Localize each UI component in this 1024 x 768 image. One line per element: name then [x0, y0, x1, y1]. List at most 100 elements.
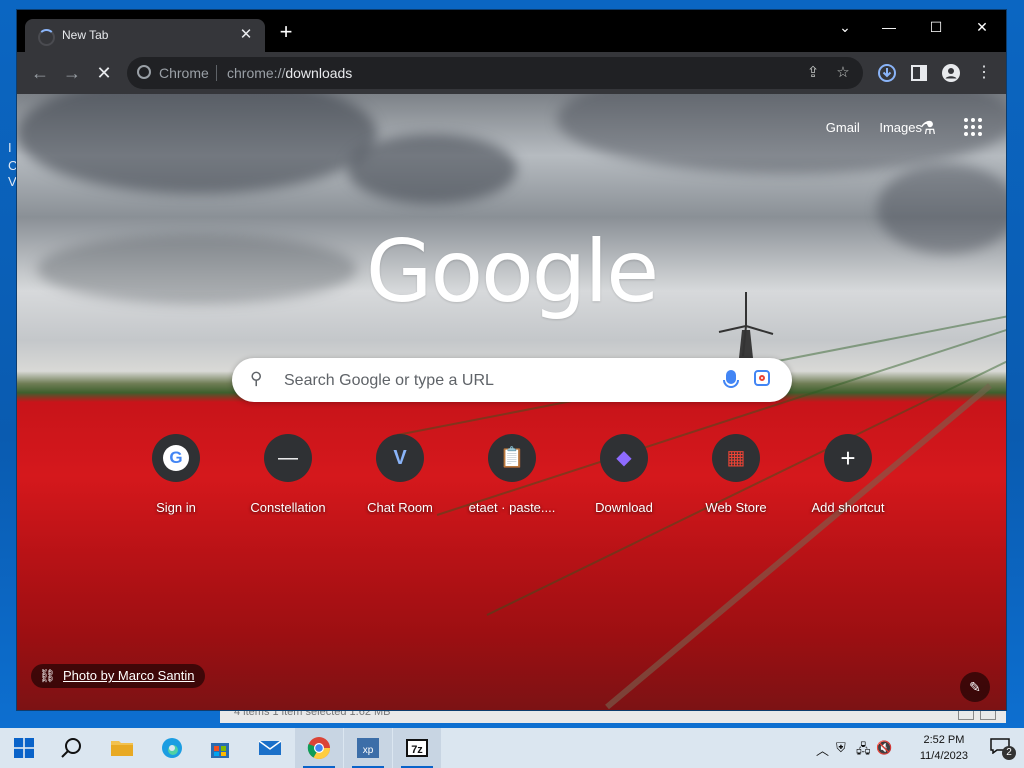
cloud-decoration [347, 134, 517, 204]
close-window-button[interactable]: ✕ [962, 16, 1002, 38]
7zip-icon: 7z [406, 739, 428, 757]
photo-credit[interactable]: ⛓ Photo by Marco Santin [31, 664, 205, 688]
shortcut-label: Download [595, 500, 653, 515]
customize-pencil-icon[interactable]: ✎ [960, 672, 990, 702]
file-explorer-button[interactable] [98, 728, 146, 768]
search-input[interactable] [282, 366, 706, 396]
chrome-window: New Tab ✕ + ⌄ — ☐ ✕ ← → ✕ Chrome chrome:… [17, 10, 1006, 710]
bookmark-star-icon[interactable]: ☆ [833, 63, 853, 81]
forward-button[interactable]: → [59, 60, 85, 86]
shortcut-label: Constellation [250, 500, 326, 515]
minimize-button[interactable]: — [869, 16, 909, 38]
app-xp-button[interactable]: xp [344, 728, 392, 768]
volume-muted-icon[interactable]: 🔇 [876, 740, 892, 756]
edge-icon [162, 738, 182, 758]
toolbar: ← → ✕ Chrome chrome://downloads ⇪ ☆ ⋮ [17, 52, 1006, 94]
search-icon: ⚲ [250, 369, 263, 388]
constellation-icon: — [278, 447, 298, 469]
shortcut-tile[interactable]: 📋 [488, 434, 536, 482]
images-link[interactable]: Images [879, 120, 922, 135]
gmail-link[interactable]: Gmail [826, 120, 860, 135]
loading-spinner-icon [38, 29, 55, 46]
link-icon: ⛓ [39, 668, 56, 683]
taskbar: xp 7z ︿ ⛨ 🖧 🔇 2:52 PM 11/4/2023 2 [0, 728, 1024, 768]
shortcut-tile[interactable]: V [376, 434, 424, 482]
store-bag-icon [211, 743, 229, 758]
svg-text:7z: 7z [411, 744, 423, 756]
shortcut-tile[interactable]: ◆ [600, 434, 648, 482]
shortcut-add[interactable]: + Add shortcut [792, 434, 904, 515]
close-tab-icon[interactable]: ✕ [237, 25, 255, 43]
desktop-icon-fragment: I [8, 140, 12, 155]
google-lens-icon[interactable] [754, 370, 770, 386]
clock[interactable]: 2:52 PM 11/4/2023 [920, 732, 968, 764]
cloud-decoration [557, 94, 1006, 174]
start-button[interactable] [0, 728, 48, 768]
chrome-icon [137, 65, 151, 79]
new-tab-button[interactable]: + [275, 21, 297, 43]
chrome-taskbar-icon [307, 737, 330, 759]
store-button[interactable] [196, 728, 244, 768]
omnibox-url[interactable]: chrome://downloads [227, 65, 352, 81]
tab-search-icon[interactable]: ⌄ [825, 16, 865, 38]
mail-button[interactable] [246, 728, 294, 768]
shortcut-tile[interactable]: G [152, 434, 200, 482]
windows-logo-icon [14, 738, 34, 758]
google-g-icon: G [163, 445, 189, 471]
xp-app-icon: xp [357, 738, 379, 758]
search-button[interactable] [48, 728, 96, 768]
labs-flask-icon[interactable]: ⚗ [920, 118, 936, 139]
share-icon[interactable]: ⇪ [803, 63, 823, 81]
tab-new-tab[interactable]: New Tab ✕ [25, 19, 265, 52]
tab-strip: New Tab ✕ + ⌄ — ☐ ✕ [17, 10, 1006, 52]
shortcut-tile[interactable]: + [824, 434, 872, 482]
notification-count-badge: 2 [1002, 746, 1016, 760]
omnibox-chip-label: Chrome [159, 65, 209, 81]
url-host: downloads [285, 65, 353, 81]
cloud-decoration [17, 94, 377, 194]
omnibox[interactable]: Chrome chrome://downloads ⇪ ☆ [127, 57, 863, 89]
desktop-icon-fragment: C [8, 158, 18, 173]
7zip-button[interactable]: 7z [393, 728, 441, 768]
chat-room-icon: V [393, 447, 407, 469]
shortcut-label: Chat Room [367, 500, 433, 515]
clock-date: 11/4/2023 [919, 750, 968, 762]
show-hidden-icons-chevron-icon[interactable]: ︿ [816, 740, 829, 759]
shortcut-tile[interactable]: ▦ [712, 434, 760, 482]
google-links: Gmail Images [810, 120, 922, 135]
shortcut-chat-room[interactable]: V Chat Room [344, 434, 456, 515]
back-button[interactable]: ← [27, 60, 53, 86]
shortcut-paste[interactable]: 📋 etaet · paste.... [456, 434, 568, 515]
security-icon[interactable]: ⛨ [836, 740, 846, 756]
clock-time: 2:52 PM [923, 734, 965, 746]
downloads-icon[interactable] [874, 60, 900, 86]
download-site-icon: ◆ [616, 447, 632, 469]
system-tray: ︿ ⛨ 🖧 🔇 2:52 PM 11/4/2023 2 [804, 728, 1024, 768]
search-box[interactable]: ⚲ [232, 358, 792, 402]
omnibox-divider [216, 65, 217, 81]
folder-icon [111, 741, 133, 756]
taskbar-search-icon [61, 738, 81, 758]
shortcut-download[interactable]: ◆ Download [568, 434, 680, 515]
profile-avatar-icon[interactable] [938, 60, 964, 86]
shortcut-web-store[interactable]: ▦ Web Store [680, 434, 792, 515]
apps-grid-icon[interactable] [964, 118, 982, 136]
shortcut-tile[interactable]: — [264, 434, 312, 482]
chrome-taskbar-button[interactable] [295, 728, 343, 768]
menu-kebab-icon[interactable]: ⋮ [971, 60, 997, 86]
edge-button[interactable] [148, 728, 196, 768]
network-icon[interactable]: 🖧 [856, 740, 871, 762]
photo-credit-text[interactable]: Photo by Marco Santin [63, 668, 195, 683]
svg-text:xp: xp [363, 745, 374, 756]
shortcut-sign-in[interactable]: G Sign in [120, 434, 232, 515]
shortcut-label: Web Store [705, 500, 767, 515]
maximize-button[interactable]: ☐ [916, 16, 956, 38]
url-scheme: chrome:// [227, 65, 286, 81]
voice-search-mic-icon[interactable] [723, 370, 739, 388]
clipboard-icon: 📋 [499, 447, 525, 469]
shortcut-label: Sign in [156, 500, 196, 515]
shortcut-constellation[interactable]: — Constellation [232, 434, 344, 515]
stop-loading-button[interactable]: ✕ [91, 60, 117, 86]
side-panel-icon[interactable] [906, 60, 932, 86]
notification-center-button[interactable]: 2 [990, 738, 1016, 760]
